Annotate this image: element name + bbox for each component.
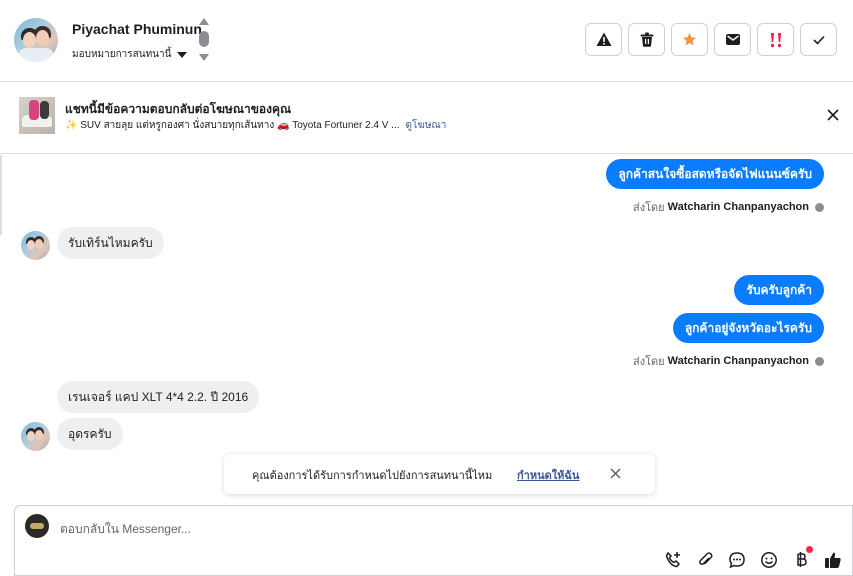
ad-banner-subtitle: ✨ SUV สายลุย แต่หรูกองศา นั่งสบายทุกเส้น… xyxy=(65,118,446,133)
reply-input[interactable]: ตอบกลับใน Messenger... xyxy=(60,520,191,539)
star-icon xyxy=(682,32,697,46)
call-add-icon[interactable] xyxy=(663,550,683,570)
sent-by-label: ส่งโดย Watcharin Chanpanyachon xyxy=(633,198,824,216)
trash-icon xyxy=(640,32,653,47)
message-incoming[interactable]: อุดรครับ xyxy=(57,418,123,450)
ad-thumbnail[interactable] xyxy=(19,97,55,134)
close-icon[interactable] xyxy=(609,467,622,480)
sent-by-label: ส่งโดย Watcharin Chanpanyachon xyxy=(633,352,824,370)
reply-composer[interactable]: ตอบกลับใน Messenger... xyxy=(14,505,853,576)
ad-description: ✨ SUV สายลุย แต่หรูกองศา นั่งสบายทุกเส้น… xyxy=(65,120,400,131)
assign-label: มอบหมายการสนทนานี้ xyxy=(72,49,172,60)
warning-icon xyxy=(596,32,611,46)
contact-avatar-small[interactable] xyxy=(21,422,50,451)
follow-up-button[interactable] xyxy=(757,23,794,56)
assign-prompt-toast: คุณต้องการได้รับการกำหนดไปยังการสนทนานี้… xyxy=(224,454,655,494)
sent-by-prefix: ส่งโดย xyxy=(633,202,665,214)
checkmark-icon xyxy=(812,35,825,45)
scroll-down-icon[interactable] xyxy=(199,54,209,61)
double-exclamation-icon xyxy=(770,32,781,47)
message-outgoing[interactable]: รับครับลูกค้า xyxy=(734,275,824,305)
composer-tools xyxy=(663,546,843,570)
payment-icon[interactable] xyxy=(791,546,813,570)
message-incoming[interactable]: เรนเจอร์ แคป XLT 4*4 2.2. ปี 2016 xyxy=(57,381,260,413)
info-icon[interactable] xyxy=(815,202,824,212)
message-incoming[interactable]: รับเทิร์นไหมครับ xyxy=(57,227,164,259)
header-scroll-control[interactable] xyxy=(198,18,210,64)
info-icon[interactable] xyxy=(815,356,824,366)
mark-unread-button[interactable] xyxy=(714,23,751,56)
assign-to-me-link[interactable]: กำหนดให้ฉัน xyxy=(517,466,579,484)
caret-down-icon xyxy=(177,51,188,58)
assign-dropdown[interactable]: มอบหมายการสนทนานี้ xyxy=(72,47,188,62)
left-edge-divider xyxy=(0,155,2,235)
contact-avatar[interactable] xyxy=(14,18,58,62)
sent-by-name: Watcharin Chanpanyachon xyxy=(667,201,809,213)
sent-by-prefix: ส่งโดย xyxy=(633,356,665,368)
page-avatar xyxy=(25,514,49,538)
close-icon[interactable] xyxy=(826,108,840,122)
delete-button[interactable] xyxy=(628,23,665,56)
scroll-up-icon[interactable] xyxy=(199,18,209,25)
view-ad-link[interactable]: ดูโฆษณา xyxy=(406,120,447,131)
envelope-icon xyxy=(725,34,740,45)
star-button[interactable] xyxy=(671,23,708,56)
contact-name[interactable]: Piyachat Phuminun xyxy=(72,21,202,37)
conversation-actions xyxy=(585,23,837,56)
saved-reply-icon[interactable] xyxy=(727,550,747,570)
done-button[interactable] xyxy=(800,23,837,56)
message-outgoing[interactable]: ลูกค้าสนใจซื้อสดหรือจัดไฟแนนซ์ครับ xyxy=(606,159,824,189)
notification-dot xyxy=(806,546,813,553)
attachment-icon[interactable] xyxy=(695,550,715,570)
scroll-thumb[interactable] xyxy=(199,31,209,47)
thumbs-up-icon[interactable] xyxy=(823,550,843,570)
assign-prompt-text: คุณต้องการได้รับการกำหนดไปยังการสนทนานี้… xyxy=(252,470,493,482)
conversation-header: Piyachat Phuminun มอบหมายการสนทนานี้ xyxy=(0,0,853,82)
sent-by-name: Watcharin Chanpanyachon xyxy=(667,355,809,367)
message-outgoing[interactable]: ลูกค้าอยู่จังหวัดอะไรครับ xyxy=(672,313,824,343)
contact-avatar-small[interactable] xyxy=(21,231,50,260)
ad-banner-title: แชทนี้มีข้อความตอบกลับต่อโฆษณาของคุณ xyxy=(65,102,292,116)
spam-button[interactable] xyxy=(585,23,622,56)
emoji-icon[interactable] xyxy=(759,550,779,570)
